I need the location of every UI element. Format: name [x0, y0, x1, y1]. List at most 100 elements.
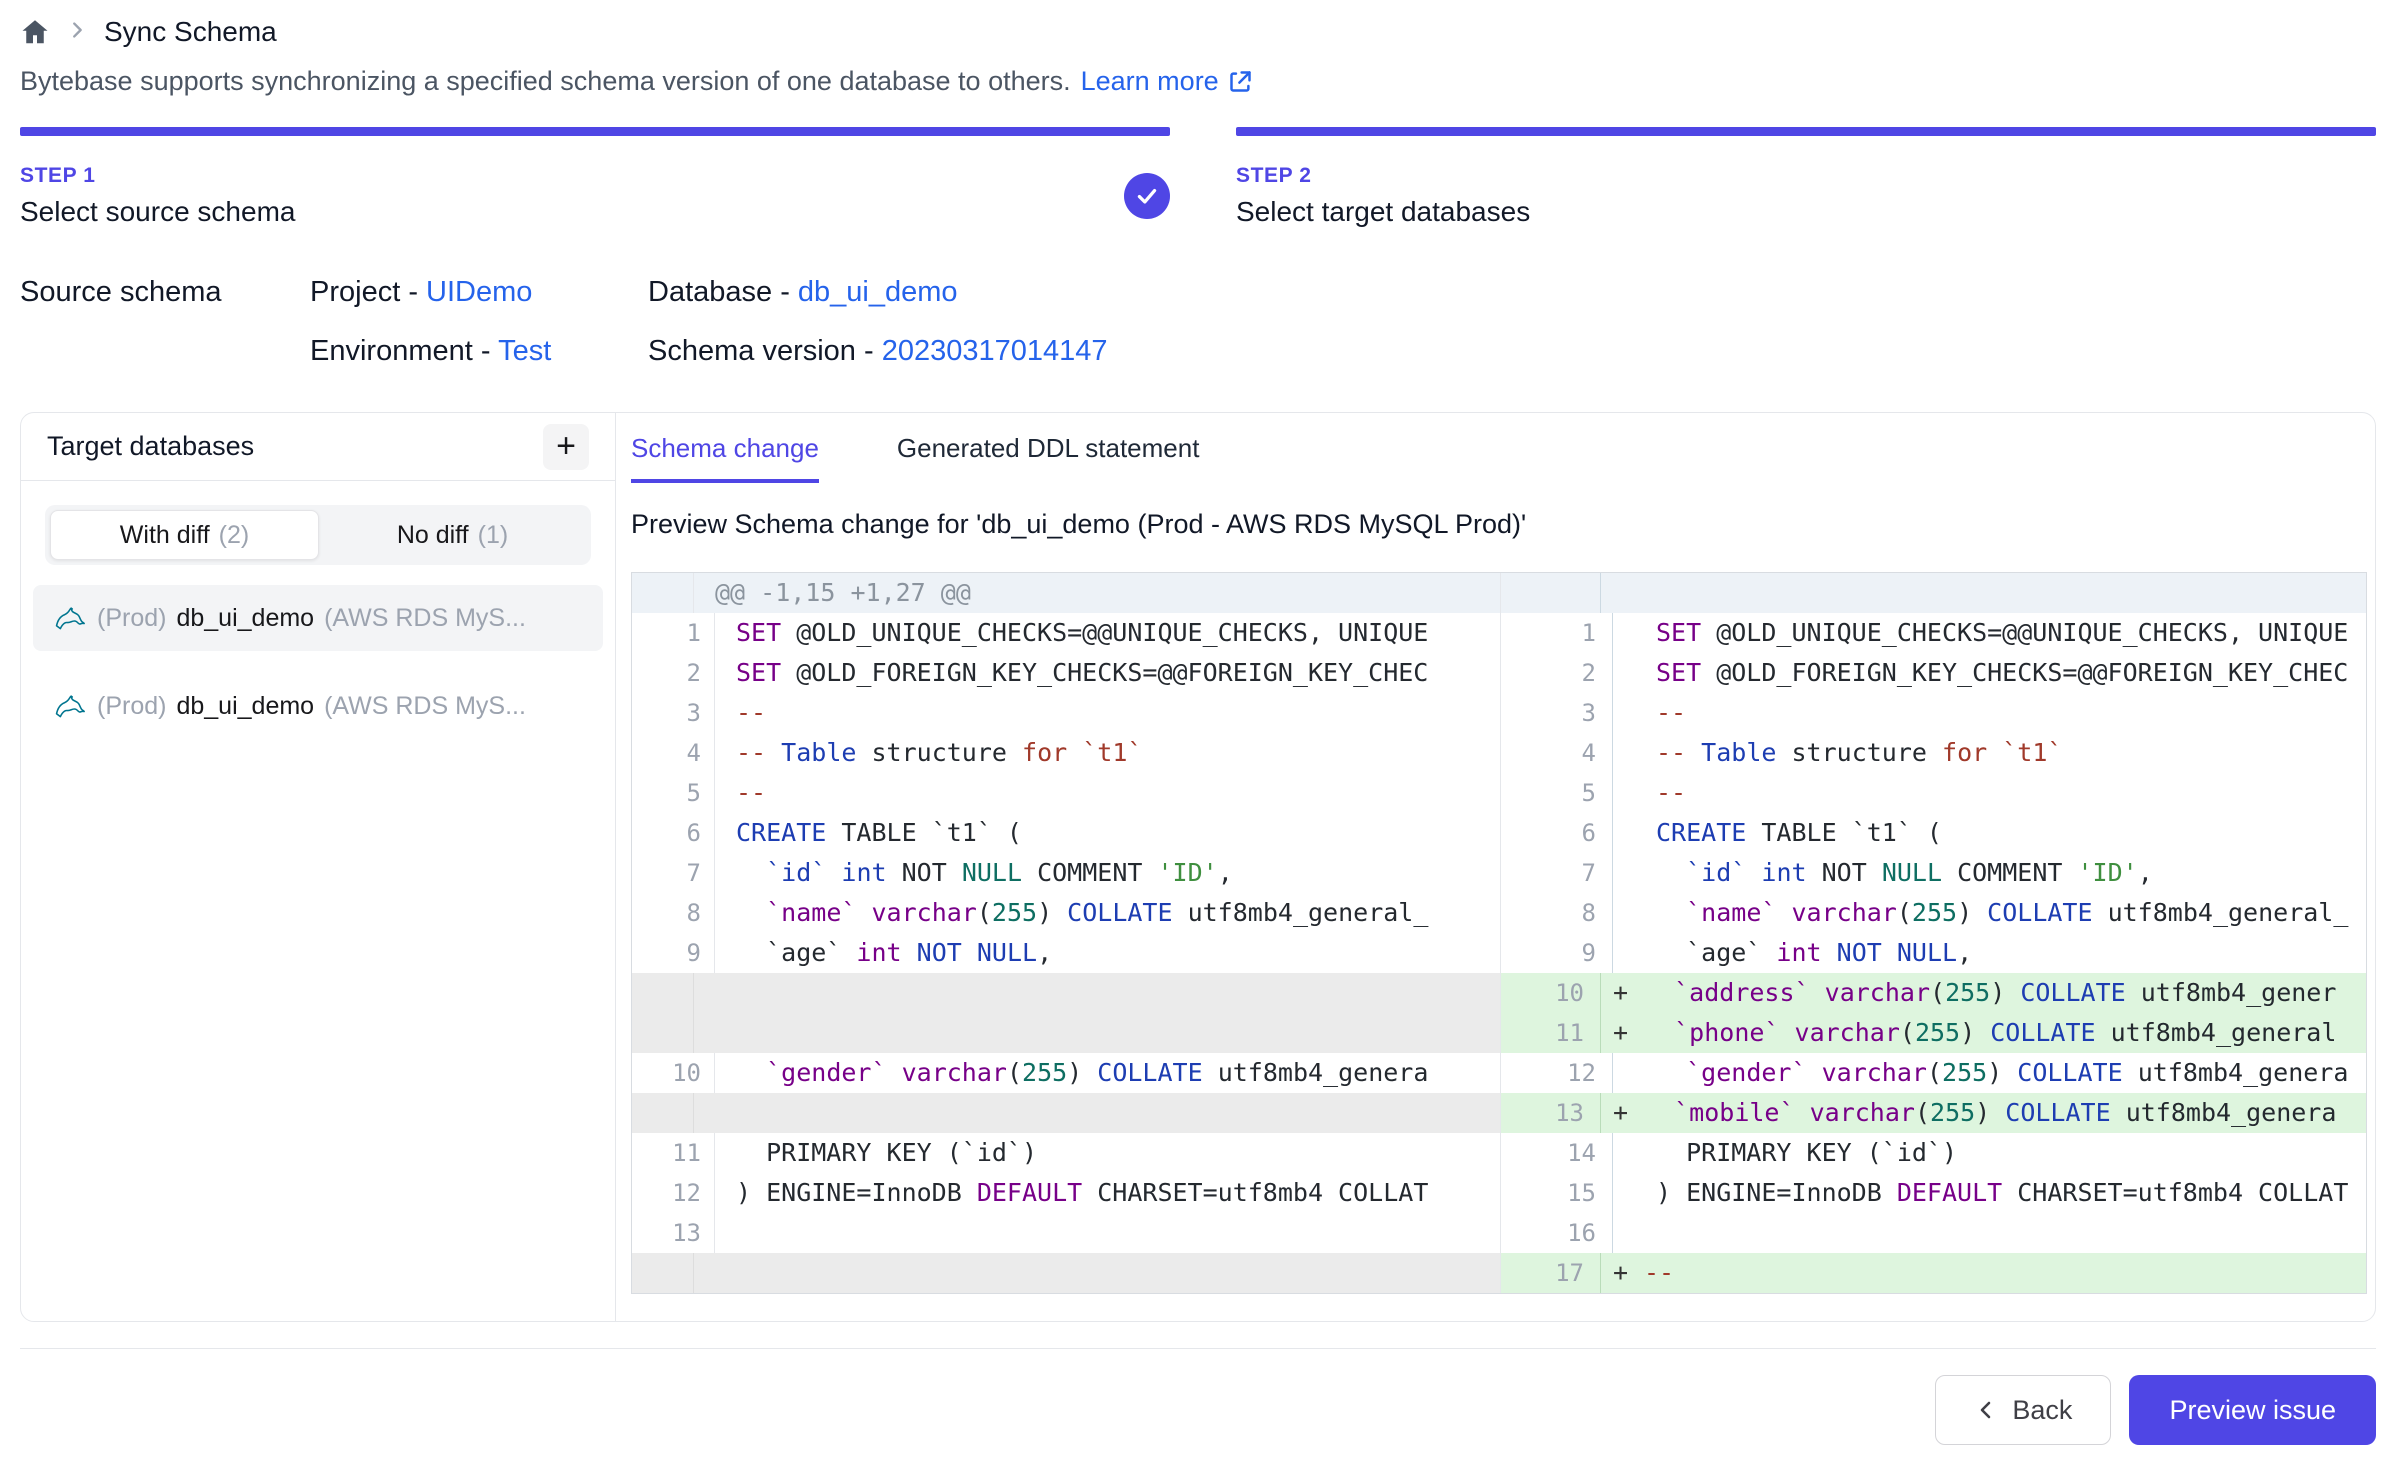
environment-link[interactable]: Test [498, 335, 551, 367]
page-title: Sync Schema [104, 16, 277, 48]
code-line [694, 1013, 1500, 1053]
line-number [1501, 573, 1601, 613]
code-line: `age` int NOT NULL, [1613, 933, 2366, 973]
line-number: 10 [653, 1053, 715, 1093]
code-line [694, 973, 1500, 1013]
preview-tabs: Schema change Generated DDL statement [631, 433, 2367, 483]
source-schema-version-field: Schema version - 20230317014147 [648, 335, 2376, 368]
source-environment-field: Environment - Test [310, 335, 648, 368]
diff-row: 9 `age` int NOT NULL, [1501, 933, 2366, 973]
database-name: db_ui_demo [176, 604, 314, 633]
line-marker [1625, 693, 1656, 733]
project-link[interactable]: UIDemo [426, 276, 532, 308]
code-line: +-- [1601, 1253, 2366, 1293]
target-databases-title: Target databases [47, 431, 254, 462]
line-number: 1 [1513, 613, 1613, 653]
line-number: 7 [653, 853, 715, 893]
target-database-item[interactable]: (Prod) db_ui_demo (AWS RDS MyS... [33, 673, 603, 739]
database-link[interactable]: db_ui_demo [798, 276, 958, 308]
code-line: `gender` varchar(255) COLLATE utf8mb4_ge… [1613, 1053, 2366, 1093]
tab-generated-ddl[interactable]: Generated DDL statement [897, 433, 1200, 483]
schema-diff-viewer: @@ -1,15 +1,27 @@1SET @OLD_UNIQUE_CHECKS… [631, 572, 2367, 1294]
diff-row [632, 1093, 1500, 1133]
database-instance: (AWS RDS MyS... [324, 604, 526, 633]
line-number: 3 [653, 693, 715, 733]
line-number: 9 [1513, 933, 1613, 973]
diff-row: 11 PRIMARY KEY (`id`) [632, 1133, 1500, 1173]
line-number: 5 [653, 773, 715, 813]
step-2-title: Select target databases [1236, 196, 2376, 228]
step-1-completed-badge [1124, 173, 1170, 219]
target-database-item[interactable]: (Prod) db_ui_demo (AWS RDS MyS... [33, 585, 603, 651]
diff-row: @@ -1,15 +1,27 @@ [632, 573, 1500, 613]
target-databases-panel: Target databases + With diff (2) No diff… [21, 413, 616, 1321]
tab-no-diff[interactable]: No diff (1) [319, 510, 586, 560]
line-number [632, 1013, 694, 1053]
home-icon[interactable] [20, 17, 50, 47]
schema-version-link[interactable]: 20230317014147 [882, 335, 1108, 367]
line-marker [1625, 1173, 1656, 1213]
code-line: `name` varchar(255) COLLATE utf8mb4_gene… [715, 893, 1500, 933]
line-number: 4 [1513, 733, 1613, 773]
line-marker [1625, 613, 1656, 653]
preview-issue-button[interactable]: Preview issue [2129, 1375, 2376, 1445]
code-line [694, 1093, 1500, 1133]
step-2-label: STEP 2 [1236, 164, 2376, 188]
code-line: + `address` varchar(255) COLLATE utf8mb4… [1601, 973, 2366, 1013]
line-number: 13 [653, 1213, 715, 1253]
code-line: PRIMARY KEY (`id`) [1613, 1133, 2366, 1173]
line-number: 8 [1513, 893, 1613, 933]
line-marker [1625, 1133, 1656, 1173]
diff-row: 9 `age` int NOT NULL, [632, 933, 1500, 973]
line-number [632, 1093, 694, 1133]
page-description: Bytebase supports synchronizing a specif… [20, 66, 2376, 97]
code-line [694, 1253, 1500, 1293]
line-number [632, 973, 694, 1013]
learn-more-link[interactable]: Learn more [1081, 66, 1254, 97]
line-number: 15 [1513, 1173, 1613, 1213]
code-line: `gender` varchar(255) COLLATE utf8mb4_ge… [715, 1053, 1500, 1093]
line-number: 12 [653, 1173, 715, 1213]
external-link-icon [1227, 68, 1254, 95]
code-line: -- Table structure for `t1` [715, 733, 1500, 773]
code-line: + `mobile` varchar(255) COLLATE utf8mb4_… [1601, 1093, 2366, 1133]
line-number: 9 [653, 933, 715, 973]
diff-row: 7 `id` int NOT NULL COMMENT 'ID', [1501, 853, 2366, 893]
code-line: SET @OLD_FOREIGN_KEY_CHECKS=@@FOREIGN_KE… [1613, 653, 2366, 693]
line-number: 2 [653, 653, 715, 693]
back-button[interactable]: Back [1935, 1375, 2111, 1445]
diff-row [632, 1013, 1500, 1053]
line-number: 6 [653, 813, 715, 853]
code-line: `age` int NOT NULL, [715, 933, 1500, 973]
code-line [1601, 573, 2366, 613]
line-number [632, 1253, 694, 1293]
step-2-progress-bar [1236, 127, 2376, 136]
step-1: STEP 1 Select source schema [20, 127, 1170, 228]
source-project-field: Project - UIDemo [310, 276, 648, 309]
step-indicator: STEP 1 Select source schema STEP 2 Selec… [20, 127, 2376, 228]
diff-row: 15 ) ENGINE=InnoDB DEFAULT CHARSET=utf8m… [1501, 1173, 2366, 1213]
code-line: CREATE TABLE `t1` ( [715, 813, 1500, 853]
with-diff-count: (2) [219, 521, 250, 550]
code-line: -- [1613, 773, 2366, 813]
line-number: 3 [1513, 693, 1613, 733]
tab-schema-change[interactable]: Schema change [631, 433, 819, 483]
diff-row: 10+ `address` varchar(255) COLLATE utf8m… [1501, 973, 2366, 1013]
code-line: -- [1613, 693, 2366, 733]
diff-row: 3 -- [1501, 693, 2366, 733]
diff-row: 8 `name` varchar(255) COLLATE utf8mb4_ge… [632, 893, 1500, 933]
line-number: 17 [1501, 1253, 1601, 1293]
code-line: -- Table structure for `t1` [1613, 733, 2366, 773]
line-number: 12 [1513, 1053, 1613, 1093]
added-line-marker: + [1613, 1093, 1644, 1133]
line-marker [1625, 893, 1656, 933]
diff-row: 2SET @OLD_FOREIGN_KEY_CHECKS=@@FOREIGN_K… [632, 653, 1500, 693]
diff-row: 10 `gender` varchar(255) COLLATE utf8mb4… [632, 1053, 1500, 1093]
add-target-database-button[interactable]: + [543, 424, 589, 470]
line-number: 11 [653, 1133, 715, 1173]
footer-actions: Back Preview issue [20, 1349, 2376, 1471]
tab-with-diff[interactable]: With diff (2) [50, 510, 319, 560]
diff-row: 8 `name` varchar(255) COLLATE utf8mb4_ge… [1501, 893, 2366, 933]
added-line-marker: + [1613, 973, 1644, 1013]
code-line: -- [715, 693, 1500, 733]
